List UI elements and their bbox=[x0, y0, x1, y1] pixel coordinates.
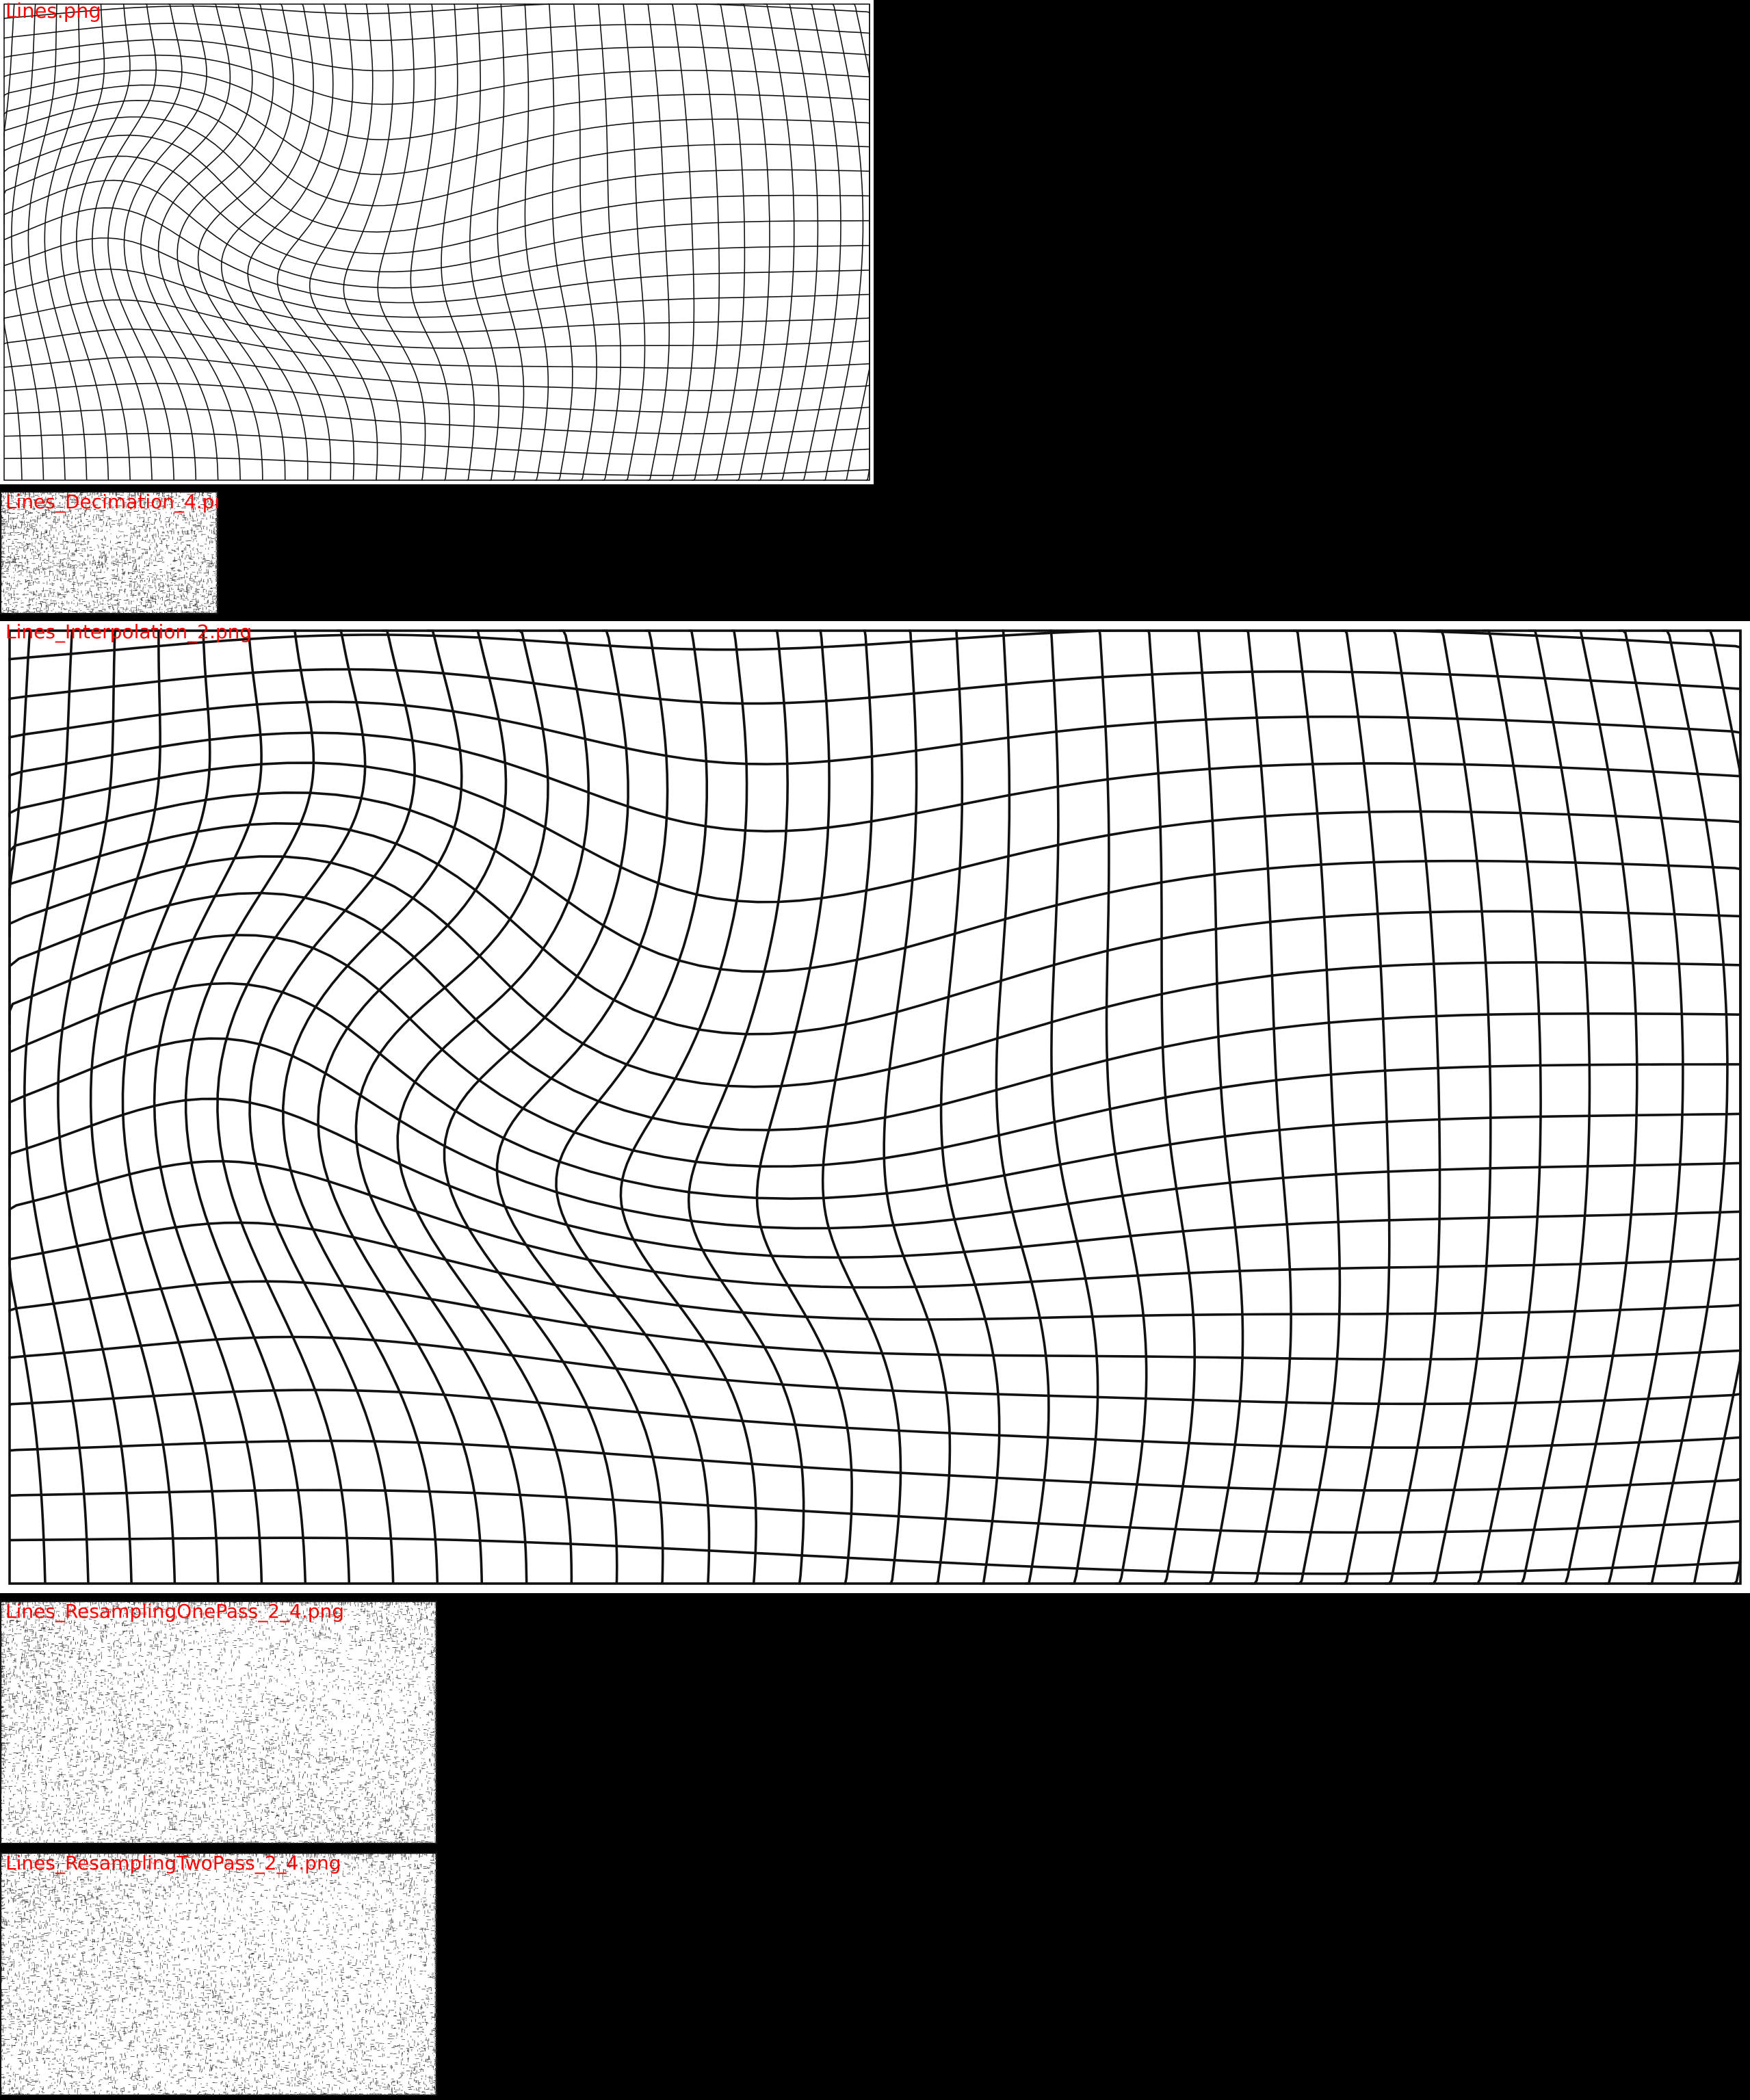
image-viewer-canvas: Lines.png Lines_Decimation_4.png Lines_I… bbox=[0, 0, 1750, 2100]
grid-line-horizontal bbox=[8, 629, 1742, 661]
grid-line-horizontal bbox=[3, 408, 870, 434]
grid-line-vertical bbox=[1517, 629, 1591, 1585]
grid-line-horizontal bbox=[3, 356, 870, 391]
grid-line-vertical bbox=[1732, 631, 1742, 1585]
grid-line-horizontal bbox=[8, 822, 1742, 1036]
aliasing-noise bbox=[1, 1601, 437, 1844]
grid-line-vertical bbox=[669, 3, 695, 481]
image-panel-resampling-one-pass[interactable]: Lines_ResamplingOnePass_2_4.png bbox=[0, 1601, 437, 1844]
grid-line-vertical bbox=[597, 3, 621, 481]
grid-line-vertical bbox=[89, 629, 177, 1584]
grid-line-vertical bbox=[523, 3, 549, 481]
grid-line-vertical bbox=[619, 629, 758, 1585]
grid-line-vertical bbox=[1194, 629, 1244, 1585]
image-panel-decimation[interactable]: Lines_Decimation_4.png bbox=[0, 491, 218, 614]
grid-line-vertical bbox=[1243, 629, 1292, 1585]
grid-line-vertical bbox=[1560, 629, 1638, 1585]
aliasing-noise bbox=[1, 1853, 437, 2096]
grid-line-vertical bbox=[396, 629, 590, 1584]
grid-line-horizontal bbox=[3, 23, 870, 41]
image-panel-lines[interactable]: Lines.png bbox=[0, 0, 874, 484]
grid-line-horizontal bbox=[3, 155, 870, 273]
grid-line-vertical bbox=[410, 3, 450, 481]
interpolated-grid-image bbox=[8, 629, 1742, 1585]
grid-line-vertical bbox=[75, 3, 131, 481]
grid-line-vertical bbox=[1049, 629, 1099, 1585]
grid-line-vertical bbox=[197, 3, 294, 480]
grid-line-horizontal bbox=[8, 700, 1742, 765]
warped-grid-image bbox=[3, 3, 870, 481]
grid-line-vertical bbox=[441, 3, 475, 481]
grid-line-horizontal bbox=[3, 433, 870, 456]
grid-line-vertical bbox=[23, 629, 90, 1584]
grid-line-horizontal bbox=[8, 1097, 1742, 1259]
grid-line-vertical bbox=[1340, 629, 1391, 1585]
grid-line-vertical bbox=[497, 3, 525, 481]
grid-line-horizontal bbox=[8, 891, 1742, 1131]
grid-line-horizontal bbox=[9, 1536, 1742, 1575]
resampled-two-pass-image bbox=[0, 1852, 437, 2096]
image-filename-label: Lines_Interpolation_2.png bbox=[5, 621, 252, 643]
grid-line-horizontal bbox=[3, 237, 870, 318]
grid-line-vertical bbox=[780, 3, 819, 481]
grid-line-horizontal bbox=[8, 1221, 1742, 1321]
grid-line-vertical bbox=[121, 629, 220, 1584]
grid-line-vertical bbox=[377, 3, 426, 481]
grid-line-vertical bbox=[621, 3, 646, 481]
grid-line-vertical bbox=[755, 629, 853, 1585]
grid-line-horizontal bbox=[3, 299, 870, 350]
image-filename-label: Lines_Decimation_4.png bbox=[5, 491, 218, 513]
grid-line-vertical bbox=[44, 3, 88, 481]
grid-line-horizontal bbox=[3, 456, 870, 476]
grid-line-horizontal bbox=[8, 668, 1742, 705]
grid-line-horizontal bbox=[3, 54, 870, 105]
grid-line-horizontal bbox=[3, 99, 870, 207]
grid-line-vertical bbox=[1385, 629, 1441, 1585]
grid-line-horizontal bbox=[3, 39, 870, 72]
image-panel-interpolation[interactable]: Lines_Interpolation_2.png bbox=[0, 621, 1750, 1593]
grid-line-vertical bbox=[735, 3, 770, 481]
grid-line-horizontal bbox=[3, 3, 870, 19]
grid-line-vertical bbox=[309, 3, 378, 481]
grid-line-horizontal bbox=[9, 1389, 1742, 1449]
grid-line-horizontal bbox=[3, 134, 870, 254]
grid-line-vertical bbox=[27, 3, 66, 481]
grid-line-vertical bbox=[60, 3, 109, 481]
image-panel-resampling-two-pass[interactable]: Lines_ResamplingTwoPass_2_4.png bbox=[0, 1852, 437, 2096]
grid-line-vertical bbox=[645, 3, 670, 481]
grid-line-vertical bbox=[11, 3, 44, 481]
resampled-one-pass-image bbox=[0, 1601, 437, 1844]
grid-line-horizontal bbox=[3, 84, 870, 175]
grid-line-horizontal bbox=[8, 934, 1742, 1168]
image-filename-label: Lines_ResamplingTwoPass_2_4.png bbox=[5, 1852, 341, 1874]
image-filename-label: Lines_ResamplingOnePass_2_4.png bbox=[5, 1601, 345, 1623]
grid-line-vertical bbox=[555, 629, 711, 1585]
grid-line-vertical bbox=[692, 3, 720, 481]
grid-line-vertical bbox=[995, 629, 1050, 1585]
grid-line-vertical bbox=[276, 3, 355, 481]
grid-line-horizontal bbox=[3, 382, 870, 413]
grid-line-vertical bbox=[821, 629, 902, 1585]
grid-line-horizontal bbox=[8, 731, 1742, 833]
image-filename-label: Lines.png bbox=[5, 0, 101, 23]
grid-line-horizontal bbox=[9, 1439, 1742, 1492]
grid-line-vertical bbox=[758, 3, 795, 481]
grid-line-vertical bbox=[1292, 629, 1342, 1585]
grid-line-horizontal bbox=[8, 1335, 1742, 1406]
grid-line-vertical bbox=[57, 629, 133, 1584]
grid-line-horizontal bbox=[9, 1488, 1742, 1534]
grid-line-vertical bbox=[1473, 629, 1542, 1585]
